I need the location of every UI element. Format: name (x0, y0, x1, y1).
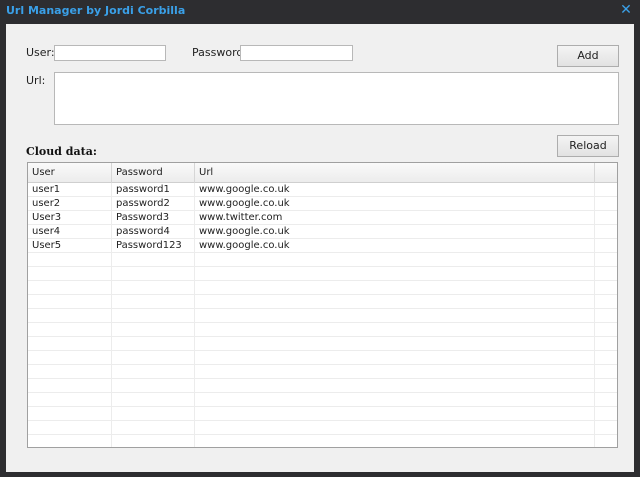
close-icon[interactable]: ✕ (618, 2, 634, 18)
empty-table-row[interactable] (28, 421, 617, 435)
table-row[interactable]: User5 Password123 www.google.co.uk (28, 239, 617, 253)
user-input[interactable] (54, 45, 166, 61)
cell-password: Password3 (116, 212, 170, 223)
column-header-password[interactable]: Password (112, 163, 195, 183)
empty-table-row[interactable] (28, 267, 617, 281)
empty-table-row[interactable] (28, 407, 617, 421)
add-button[interactable]: Add (557, 45, 619, 67)
empty-table-row[interactable] (28, 337, 617, 351)
column-header-filler (595, 163, 617, 183)
cell-user: user2 (32, 198, 61, 209)
reload-button[interactable]: Reload (557, 135, 619, 157)
cell-password: Password123 (116, 240, 182, 251)
cell-url: www.google.co.uk (199, 198, 290, 209)
title-bar[interactable]: Url Manager by Jordi Corbilla ✕ (0, 0, 640, 22)
cloud-data-grid[interactable]: User Password Url user1 password1 www.goog… (27, 162, 618, 448)
app-window: Url Manager by Jordi Corbilla ✕ User: Pa… (0, 0, 640, 477)
empty-table-row[interactable] (28, 365, 617, 379)
cell-url: www.twitter.com (199, 212, 283, 223)
empty-table-row[interactable] (28, 435, 617, 447)
password-label: Password: (192, 46, 248, 59)
grid-header: User Password Url (28, 163, 617, 183)
url-label: Url: (26, 74, 46, 87)
empty-table-row[interactable] (28, 379, 617, 393)
empty-table-row[interactable] (28, 281, 617, 295)
table-row[interactable]: user1 password1 www.google.co.uk (28, 183, 617, 197)
cell-user: User3 (32, 212, 62, 223)
cell-url: www.google.co.uk (199, 240, 290, 251)
cloud-data-label: Cloud data: (26, 145, 97, 158)
cell-url: www.google.co.uk (199, 226, 290, 237)
empty-table-row[interactable] (28, 351, 617, 365)
column-header-url[interactable]: Url (195, 163, 595, 183)
empty-table-row[interactable] (28, 323, 617, 337)
window-title: Url Manager by Jordi Corbilla (6, 4, 186, 17)
table-row[interactable]: User3 Password3 www.twitter.com (28, 211, 617, 225)
cell-password: password1 (116, 184, 170, 195)
table-row[interactable]: user4 password4 www.google.co.uk (28, 225, 617, 239)
table-row[interactable]: user2 password2 www.google.co.uk (28, 197, 617, 211)
cell-user: User5 (32, 240, 62, 251)
password-input[interactable] (240, 45, 353, 61)
client-area: User: Password: Add Url: Cloud data: Rel… (6, 24, 634, 472)
user-label: User: (26, 46, 55, 59)
cell-password: password2 (116, 198, 170, 209)
grid-rows: user1 password1 www.google.co.uk user2 passw… (28, 183, 617, 447)
cell-url: www.google.co.uk (199, 184, 290, 195)
empty-table-row[interactable] (28, 309, 617, 323)
empty-table-row[interactable] (28, 295, 617, 309)
cell-password: password4 (116, 226, 170, 237)
empty-table-row[interactable] (28, 253, 617, 267)
url-textarea[interactable] (54, 72, 619, 125)
cell-user: user4 (32, 226, 61, 237)
cell-user: user1 (32, 184, 61, 195)
empty-table-row[interactable] (28, 393, 617, 407)
column-header-user[interactable]: User (28, 163, 112, 183)
